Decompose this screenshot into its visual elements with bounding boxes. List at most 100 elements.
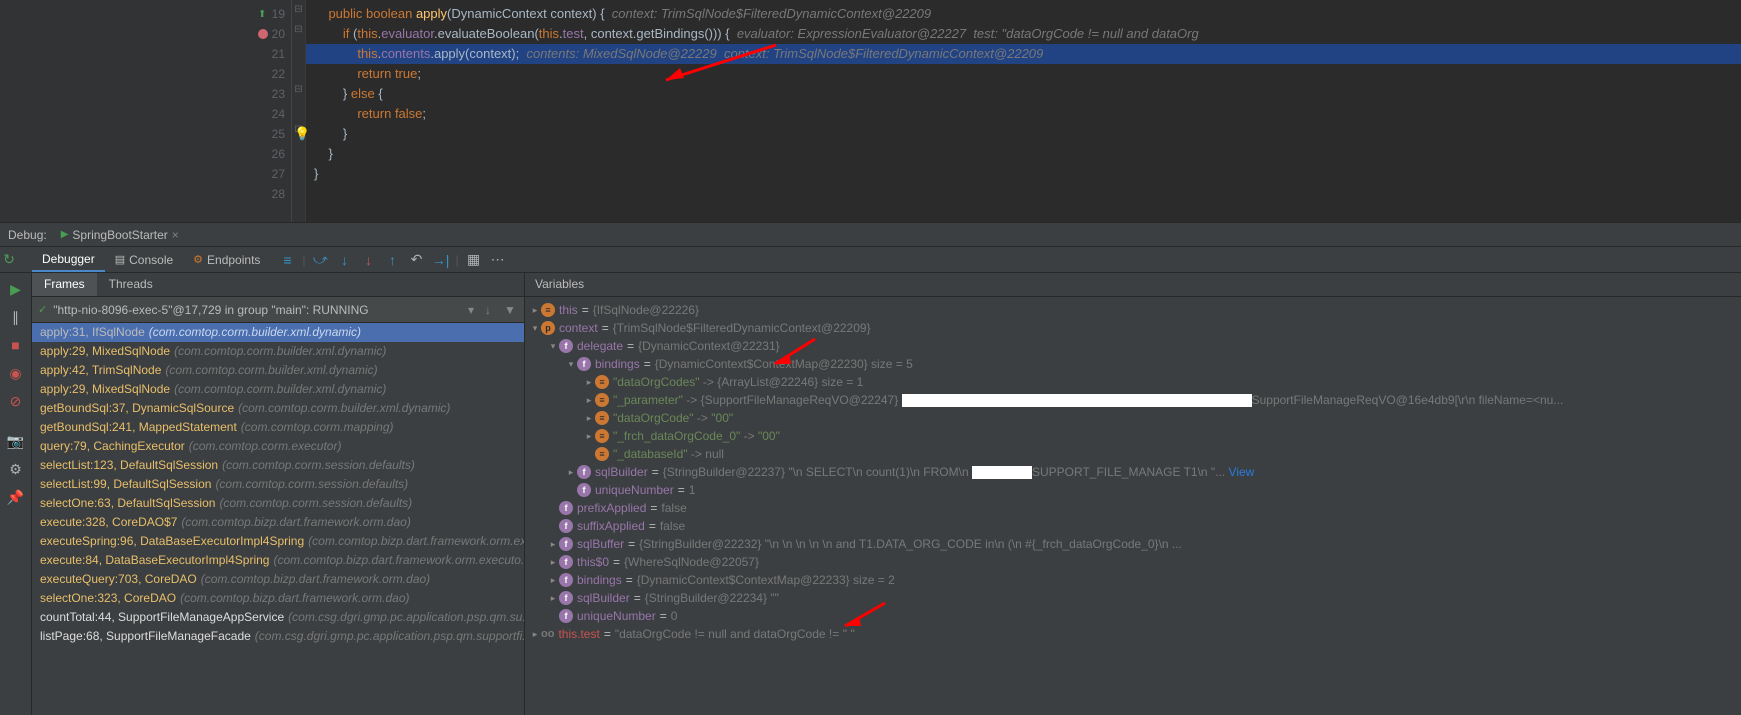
- expand-icon[interactable]: ▸: [565, 467, 577, 478]
- frame-item[interactable]: execute:84, DataBaseExecutorImpl4Spring(…: [32, 551, 524, 570]
- camera-icon[interactable]: 📷: [4, 429, 28, 453]
- debug-tabs-row: ↻ Debugger ▤Console ⚙Endpoints ≡ | ⤻ ↓ ↓…: [0, 247, 1741, 273]
- collapse-icon[interactable]: ▾: [529, 323, 541, 334]
- tab-console[interactable]: ▤Console: [105, 249, 183, 271]
- var-icon: f: [559, 519, 573, 533]
- tab-debugger[interactable]: Debugger: [32, 248, 105, 272]
- gutter-marker-icon[interactable]: ⬆: [258, 9, 268, 19]
- editor-area: 19⬆ 20 21 22 23 24 25 26 27 28 ⊟ ⊟ ⊟ ⊡ p…: [0, 0, 1741, 222]
- frame-item[interactable]: execute:328, CoreDAO$7(com.comtop.bizp.d…: [32, 513, 524, 532]
- var-icon: ≡: [541, 303, 555, 317]
- frames-tab[interactable]: Frames: [32, 273, 97, 296]
- frame-item[interactable]: selectOne:63, DefaultSqlSession(com.comt…: [32, 494, 524, 513]
- resume-icon[interactable]: ▶: [4, 277, 28, 301]
- step-over-icon[interactable]: ⤻: [312, 251, 330, 269]
- console-icon: ▤: [115, 253, 125, 266]
- var-icon: ≡: [595, 393, 609, 407]
- redacted-block: [972, 466, 1032, 479]
- close-icon[interactable]: ×: [172, 228, 179, 242]
- var-icon: f: [559, 501, 573, 515]
- frame-item[interactable]: selectList:99, DefaultSqlSession(com.com…: [32, 475, 524, 494]
- frame-item[interactable]: query:79, CachingExecutor(com.comtop.cor…: [32, 437, 524, 456]
- frames-panel: Frames Threads ✓ "http-nio-8096-exec-5"@…: [32, 273, 525, 715]
- run-to-cursor-icon[interactable]: →|: [432, 251, 450, 269]
- frame-item[interactable]: apply:42, TrimSqlNode(com.comtop.corm.bu…: [32, 361, 524, 380]
- mute-breakpoints-icon[interactable]: ⊘: [4, 389, 28, 413]
- var-icon: f: [577, 483, 591, 497]
- collapse-icon[interactable]: ▾: [547, 341, 559, 352]
- endpoints-icon: ⚙: [193, 253, 203, 266]
- frame-item[interactable]: executeSpring:96, DataBaseExecutorImpl4S…: [32, 532, 524, 551]
- show-execution-point-icon[interactable]: ≡: [278, 251, 296, 269]
- fold-icon[interactable]: ⊟: [292, 20, 305, 40]
- view-breakpoints-icon[interactable]: ◉: [4, 361, 28, 385]
- rerun-icon[interactable]: ↻: [0, 251, 18, 269]
- var-icon: ≡: [595, 411, 609, 425]
- check-icon: ✓: [38, 303, 47, 316]
- frame-list[interactable]: apply:31, IfSqlNode(com.comtop.corm.buil…: [32, 323, 524, 715]
- filter-icon[interactable]: ▼: [502, 303, 518, 317]
- line-number: 21: [263, 47, 285, 61]
- run-config-chip[interactable]: ▶ SpringBootStarter ×: [55, 226, 185, 244]
- expand-icon[interactable]: ▸: [583, 413, 595, 424]
- pause-icon[interactable]: ∥: [4, 305, 28, 329]
- frame-item[interactable]: apply:31, IfSqlNode(com.comtop.corm.buil…: [32, 323, 524, 342]
- frame-item[interactable]: getBoundSql:241, MappedStatement(com.com…: [32, 418, 524, 437]
- variables-tree[interactable]: ▸≡this={IfSqlNode@22226} ▾pcontext={Trim…: [525, 297, 1741, 715]
- intention-bulb-icon[interactable]: 💡: [294, 124, 310, 144]
- line-number: 27: [263, 167, 285, 181]
- dropdown-icon[interactable]: ▾: [468, 303, 474, 317]
- line-number: 26: [263, 147, 285, 161]
- expand-icon[interactable]: ▸: [547, 539, 559, 550]
- step-into-icon[interactable]: ↓: [336, 251, 354, 269]
- trace-icon[interactable]: ⋯: [489, 251, 507, 269]
- fold-icon[interactable]: ⊟: [292, 0, 305, 20]
- debug-toolbar: Debug: ▶ SpringBootStarter ×: [0, 222, 1741, 247]
- expand-icon[interactable]: ▸: [547, 557, 559, 568]
- line-number: 28: [263, 187, 285, 201]
- execution-line: this.contents.apply(context); contents: …: [306, 44, 1741, 64]
- expand-icon[interactable]: ▸: [547, 575, 559, 586]
- expand-icon[interactable]: ▸: [547, 593, 559, 604]
- frame-item[interactable]: executeQuery:703, CoreDAO(com.comtop.biz…: [32, 570, 524, 589]
- step-out-icon[interactable]: ↑: [384, 251, 402, 269]
- frame-item[interactable]: listPage:68, SupportFileManageFacade(com…: [32, 627, 524, 646]
- frame-item[interactable]: countTotal:44, SupportFileManageAppServi…: [32, 608, 524, 627]
- settings-icon[interactable]: ⚙: [4, 457, 28, 481]
- expand-icon[interactable]: ▸: [529, 629, 541, 640]
- evaluate-icon[interactable]: ▦: [465, 251, 483, 269]
- expand-icon[interactable]: ▸: [583, 377, 595, 388]
- line-number: 23: [263, 87, 285, 101]
- expand-icon[interactable]: ▸: [529, 305, 541, 316]
- fold-column[interactable]: ⊟ ⊟ ⊟ ⊡: [292, 0, 306, 222]
- frame-item[interactable]: selectList:123, DefaultSqlSession(com.co…: [32, 456, 524, 475]
- line-number: 24: [263, 107, 285, 121]
- variables-panel: Variables ▸≡this={IfSqlNode@22226} ▾pcon…: [525, 273, 1741, 715]
- redacted-block: [902, 394, 1252, 407]
- stop-icon[interactable]: ■: [4, 333, 28, 357]
- force-step-into-icon[interactable]: ↓: [360, 251, 378, 269]
- view-link[interactable]: View: [1229, 465, 1255, 479]
- editor-gutter[interactable]: 19⬆ 20 21 22 23 24 25 26 27 28: [230, 0, 292, 222]
- code-area[interactable]: public boolean apply(DynamicContext cont…: [306, 0, 1741, 222]
- frame-item[interactable]: getBoundSql:37, DynamicSqlSource(com.com…: [32, 399, 524, 418]
- pin-icon[interactable]: 📌: [4, 485, 28, 509]
- var-icon: f: [577, 357, 591, 371]
- prev-frame-icon[interactable]: ↓: [480, 303, 496, 317]
- drop-frame-icon[interactable]: ↶: [408, 251, 426, 269]
- collapse-icon[interactable]: ▾: [565, 359, 577, 370]
- frame-item[interactable]: selectOne:323, CoreDAO(com.comtop.bizp.d…: [32, 589, 524, 608]
- frame-item[interactable]: apply:29, MixedSqlNode(com.comtop.corm.b…: [32, 342, 524, 361]
- threads-tab[interactable]: Threads: [97, 273, 165, 296]
- frame-item[interactable]: apply:29, MixedSqlNode(com.comtop.corm.b…: [32, 380, 524, 399]
- breakpoint-icon[interactable]: [258, 29, 268, 39]
- expand-icon[interactable]: ▸: [583, 431, 595, 442]
- debug-side-actions: ▶ ∥ ■ ◉ ⊘ 📷 ⚙ 📌: [0, 273, 32, 715]
- thread-selector[interactable]: ✓ "http-nio-8096-exec-5"@17,729 in group…: [32, 297, 524, 323]
- tab-endpoints[interactable]: ⚙Endpoints: [183, 249, 270, 271]
- fold-icon[interactable]: ⊟: [292, 80, 305, 100]
- run-icon: ▶: [61, 229, 69, 240]
- var-icon: f: [577, 465, 591, 479]
- expand-icon[interactable]: ▸: [583, 395, 595, 406]
- variables-header: Variables: [525, 273, 1741, 297]
